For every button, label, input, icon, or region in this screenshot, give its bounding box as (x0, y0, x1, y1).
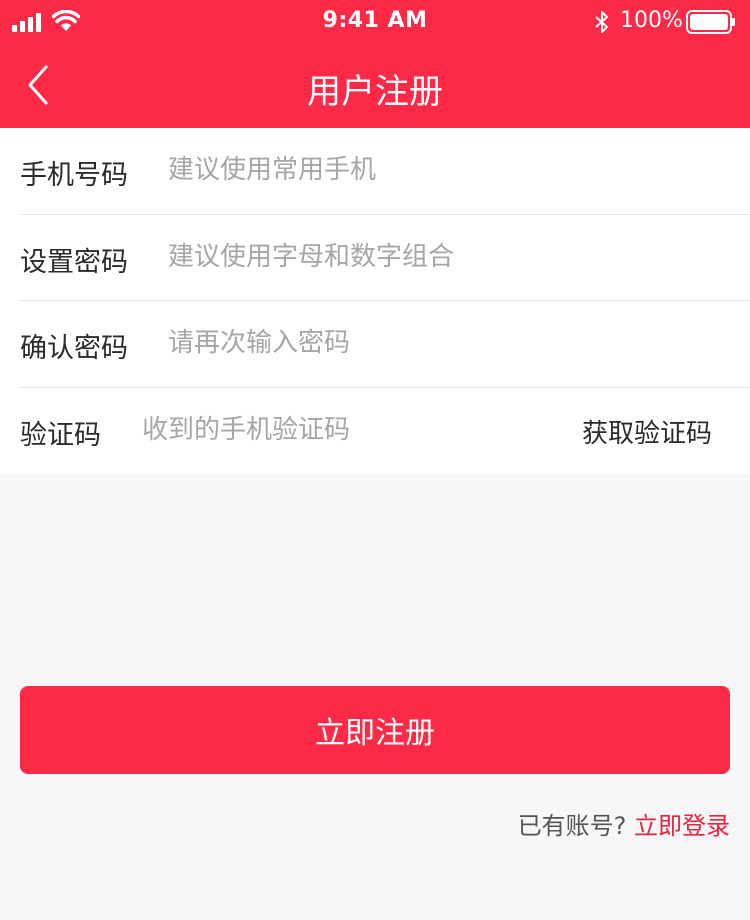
status-bar: 9:41 AM 100% (0, 0, 750, 44)
confirm-password-row: 确认密码 (20, 301, 750, 388)
phone-row: 手机号码 (20, 128, 750, 215)
password-label: 设置密码 (20, 246, 128, 278)
login-question: 已有账号? (517, 812, 627, 840)
confirm-password-input[interactable] (168, 323, 568, 363)
register-button[interactable]: 立即注册 (20, 686, 730, 774)
verification-code-input[interactable] (142, 409, 522, 450)
bluetooth-icon (595, 11, 608, 33)
registration-form: 手机号码 设置密码 确认密码 验证码 获取验证码 (0, 128, 750, 474)
password-row: 设置密码 (20, 215, 750, 301)
phone-label: 手机号码 (20, 160, 128, 191)
password-input[interactable] (168, 236, 568, 277)
header: 9:41 AM 100% 用户注册 (0, 0, 750, 128)
login-link[interactable]: 立即登录 (634, 812, 730, 840)
page-title: 用户注册 (307, 72, 443, 112)
get-code-button[interactable]: 获取验证码 (582, 413, 712, 450)
phone-input[interactable] (168, 150, 568, 190)
login-prompt: 已有账号? 立即登录 (518, 806, 730, 841)
battery-percentage: 100% (620, 8, 683, 33)
verification-code-label: 验证码 (20, 419, 101, 451)
verification-code-row: 验证码 获取验证码 (20, 388, 750, 475)
nav-bar: 用户注册 (0, 44, 750, 128)
confirm-password-label: 确认密码 (20, 333, 128, 364)
battery-icon (686, 10, 735, 34)
